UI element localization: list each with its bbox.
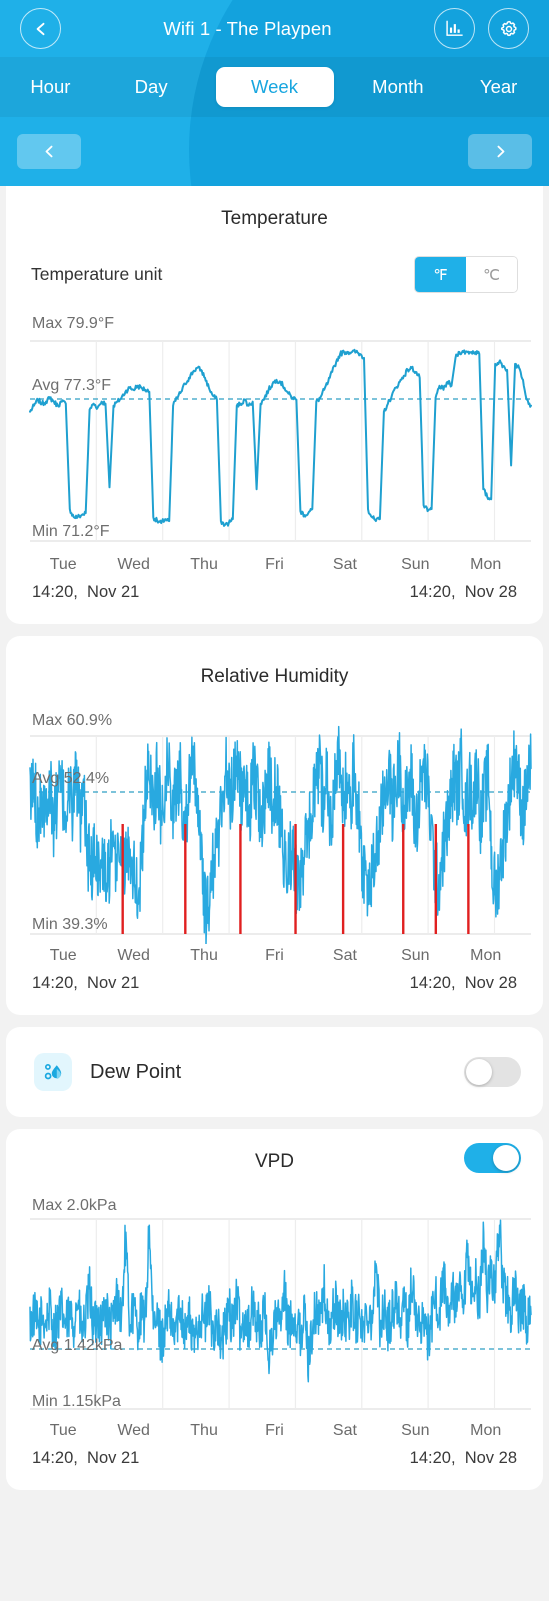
unit-option-celsius[interactable]: ℃ xyxy=(466,257,517,292)
vpd-max-label: Max 2.0kPa xyxy=(32,1197,117,1214)
period-tab-week[interactable]: Week xyxy=(215,67,334,107)
temperature-day-axis: Tue Wed Thu Fri Sat Sun Mon xyxy=(6,556,543,574)
humidity-avg-label: Avg 52.4% xyxy=(32,770,110,787)
unit-option-fahrenheit[interactable]: ℉ xyxy=(415,257,466,292)
dew-point-toggle[interactable] xyxy=(464,1057,521,1087)
temperature-unit-toggle: ℉ ℃ xyxy=(414,256,518,293)
humidity-plot xyxy=(29,725,532,944)
range-start-label: 14:20, Nov 21 xyxy=(32,583,140,601)
day-label: Thu xyxy=(190,947,218,964)
day-label: Fri xyxy=(265,1422,284,1439)
period-selector: Hour Day Week Month Year xyxy=(0,57,549,117)
dew-drop-icon-glyph xyxy=(44,1063,61,1079)
day-label: Sun xyxy=(401,556,430,573)
chevron-left-icon xyxy=(45,145,52,158)
humidity-card: Relative Humidity Max 60.9% Avg 52.4% Mi… xyxy=(6,636,543,1015)
vpd-title: VPD xyxy=(254,1151,295,1172)
vpd-toggle[interactable] xyxy=(464,1143,521,1173)
day-label: Tue xyxy=(49,1422,77,1439)
header-actions xyxy=(434,8,529,49)
humidity-max-label: Max 60.9% xyxy=(32,712,113,729)
vpd-day-axis: Tue Wed Thu Fri Sat Sun Mon xyxy=(6,1422,543,1440)
chevron-right-icon xyxy=(497,145,504,158)
range-end-label: 14:20, Nov 28 xyxy=(409,583,517,601)
temperature-min-label: Min 71.2°F xyxy=(32,523,110,540)
day-label: Wed xyxy=(117,947,150,964)
day-label: Thu xyxy=(190,556,218,573)
temperature-title: Temperature xyxy=(221,208,328,229)
top-bar: Wifi 1 - The Playpen xyxy=(0,0,549,57)
day-label: Thu xyxy=(190,1422,218,1439)
range-start-label: 14:20, Nov 21 xyxy=(32,1449,140,1467)
settings-button[interactable] xyxy=(488,8,529,49)
dew-point-row[interactable]: Dew Point xyxy=(6,1027,543,1117)
day-label: Wed xyxy=(117,556,150,573)
day-label: Tue xyxy=(49,556,77,573)
range-start-label: 14:20, Nov 21 xyxy=(32,974,140,992)
range-end-label: 14:20, Nov 28 xyxy=(409,1449,517,1467)
dew-drop-icon xyxy=(34,1053,72,1091)
app-header: Wifi 1 - The Playpen Hour Day Week Month… xyxy=(0,0,549,186)
day-label: Sun xyxy=(401,1422,430,1439)
day-label: Mon xyxy=(470,947,502,964)
vpd-card: VPD Max 2.0kPa Avg 1.42kPa Min 1.15kPa T… xyxy=(6,1129,543,1490)
next-period-button[interactable] xyxy=(468,134,532,169)
humidity-min-label: Min 39.3% xyxy=(32,916,108,933)
vpd-avg-label: Avg 1.42kPa xyxy=(32,1337,123,1354)
humidity-chart: Max 60.9% Avg 52.4% Min 39.3% xyxy=(6,712,543,944)
temperature-unit-row: Temperature unit ℉ ℃ xyxy=(6,230,543,293)
back-button[interactable] xyxy=(20,8,61,49)
bar-chart-icon xyxy=(446,20,463,36)
temperature-avg-label: Avg 77.3°F xyxy=(32,377,112,394)
day-label: Sat xyxy=(332,1422,357,1439)
vpd-min-label: Min 1.15kPa xyxy=(32,1393,121,1410)
temperature-plot xyxy=(29,340,532,542)
toggle-knob xyxy=(493,1145,519,1171)
vpd-header: VPD xyxy=(6,1129,543,1173)
dew-point-card: Dew Point xyxy=(6,1027,543,1117)
range-end-label: 14:20, Nov 28 xyxy=(409,974,517,992)
period-tab-hour[interactable]: Hour xyxy=(0,67,101,107)
day-label: Sat xyxy=(332,947,357,964)
day-label: Sun xyxy=(401,947,430,964)
day-label: Tue xyxy=(49,947,77,964)
chevron-left-icon xyxy=(36,22,44,35)
day-label: Fri xyxy=(265,556,284,573)
period-tab-year[interactable]: Year xyxy=(448,67,549,107)
period-tab-month[interactable]: Month xyxy=(348,67,449,107)
temperature-chart: Max 79.9°F Avg 77.3°F Min 71.2°F xyxy=(6,315,543,553)
vpd-plot xyxy=(29,1218,532,1410)
period-tab-day[interactable]: Day xyxy=(101,67,202,107)
temperature-unit-label: Temperature unit xyxy=(31,264,163,284)
date-pager xyxy=(0,117,549,186)
humidity-range-row: 14:20, Nov 21 14:20, Nov 28 xyxy=(6,965,543,1015)
humidity-title: Relative Humidity xyxy=(200,666,349,687)
previous-period-button[interactable] xyxy=(17,134,81,169)
day-label: Sat xyxy=(332,556,357,573)
vpd-chart: Max 2.0kPa Avg 1.42kPa Min 1.15kPa xyxy=(6,1197,543,1419)
page-title: Wifi 1 - The Playpen xyxy=(163,17,332,39)
dew-point-label: Dew Point xyxy=(90,1060,182,1083)
stats-button[interactable] xyxy=(434,8,475,49)
toggle-knob xyxy=(466,1059,492,1085)
temperature-max-label: Max 79.9°F xyxy=(32,315,114,332)
temperature-card: Temperature Temperature unit ℉ ℃ Max 79.… xyxy=(6,186,543,624)
humidity-day-axis: Tue Wed Thu Fri Sat Sun Mon xyxy=(6,947,543,965)
day-label: Fri xyxy=(265,947,284,964)
vpd-range-row: 14:20, Nov 21 14:20, Nov 28 xyxy=(6,1440,543,1490)
day-label: Wed xyxy=(117,1422,150,1439)
gear-icon xyxy=(500,20,517,36)
day-label: Mon xyxy=(470,1422,502,1439)
day-label: Mon xyxy=(470,556,502,573)
app-screen: Wifi 1 - The Playpen Hour Day Week Month… xyxy=(0,0,549,1601)
temperature-range-row: 14:20, Nov 21 14:20, Nov 28 xyxy=(6,574,543,624)
